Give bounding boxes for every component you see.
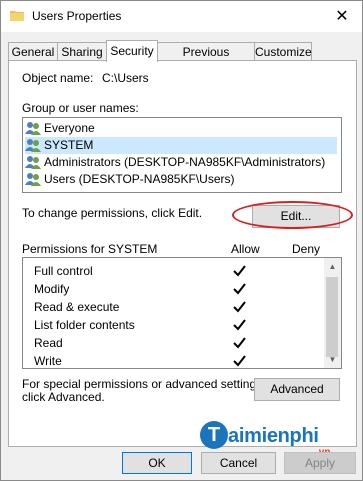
watermark-initial: T <box>200 421 228 449</box>
window-title: Users Properties <box>32 9 122 23</box>
object-name-value: C:\Users <box>102 71 149 85</box>
tab-sharing[interactable]: Sharing <box>57 42 107 61</box>
list-item-system[interactable]: SYSTEM <box>25 137 337 154</box>
special-permissions-text-2: click Advanced. <box>22 390 105 404</box>
permissions-for-label: Permissions for SYSTEM <box>22 242 158 256</box>
allow-check-icon <box>233 301 246 313</box>
deny-column-header: Deny <box>292 242 321 256</box>
permission-row-read: Read <box>34 334 324 352</box>
group-user-list[interactable]: Everyone SYSTEM Administrators (DESKTOP-… <box>22 117 342 193</box>
list-item-users[interactable]: Users (DESKTOP-NA985KF\Users) <box>25 171 337 188</box>
properties-window: Users Properties ✕ General Sharing Secur… <box>0 0 363 481</box>
watermark-text: aimienphi <box>228 425 319 447</box>
groups-label: Group or user names: <box>22 101 139 115</box>
object-name-label: Object name: <box>22 71 94 85</box>
group-icon <box>25 155 41 169</box>
cancel-button[interactable]: Cancel <box>201 452 276 474</box>
allow-check-icon <box>233 337 246 349</box>
scroll-up-arrow-icon[interactable]: ▲ <box>324 258 341 275</box>
apply-button[interactable]: Apply <box>284 452 356 474</box>
permission-row-full-control: Full control <box>34 262 324 280</box>
list-item-administrators[interactable]: Administrators (DESKTOP-NA985KF\Administ… <box>25 154 337 171</box>
group-icon <box>25 172 41 186</box>
permissions-scrollbar[interactable]: ▲ ▼ <box>324 258 341 368</box>
tab-security[interactable]: Security <box>106 40 158 62</box>
permission-row-read-execute: Read & execute <box>34 298 324 316</box>
allow-check-icon <box>233 265 246 277</box>
allow-column-header: Allow <box>231 242 260 256</box>
allow-check-icon <box>233 319 246 331</box>
permission-row-list-folder-contents: List folder contents <box>34 316 324 334</box>
permissions-list: Full control Modify Read & execute List … <box>22 257 342 369</box>
allow-check-icon <box>233 355 246 367</box>
allow-check-icon <box>233 283 246 295</box>
scroll-down-arrow-icon[interactable]: ▼ <box>324 351 341 368</box>
close-button[interactable]: ✕ <box>322 1 362 32</box>
title-bar: Users Properties ✕ <box>1 1 362 32</box>
close-icon: ✕ <box>335 8 349 25</box>
permission-row-modify: Modify <box>34 280 324 298</box>
ok-button[interactable]: OK <box>122 452 192 474</box>
special-permissions-text: For special permissions or advanced sett… <box>22 377 266 391</box>
folder-icon <box>10 11 24 21</box>
highlight-oval <box>232 201 353 229</box>
list-item-everyone[interactable]: Everyone <box>25 120 337 137</box>
tab-general[interactable]: General <box>8 42 58 61</box>
tab-customize[interactable]: Customize <box>254 42 312 61</box>
change-permissions-text: To change permissions, click Edit. <box>22 206 203 220</box>
group-icon <box>25 138 41 152</box>
tab-previous-versions[interactable]: Previous Versions <box>157 42 255 77</box>
group-icon <box>25 121 41 135</box>
permission-row-write: Write <box>34 352 324 368</box>
advanced-button[interactable]: Advanced <box>254 378 340 401</box>
scroll-thumb[interactable] <box>326 277 338 357</box>
